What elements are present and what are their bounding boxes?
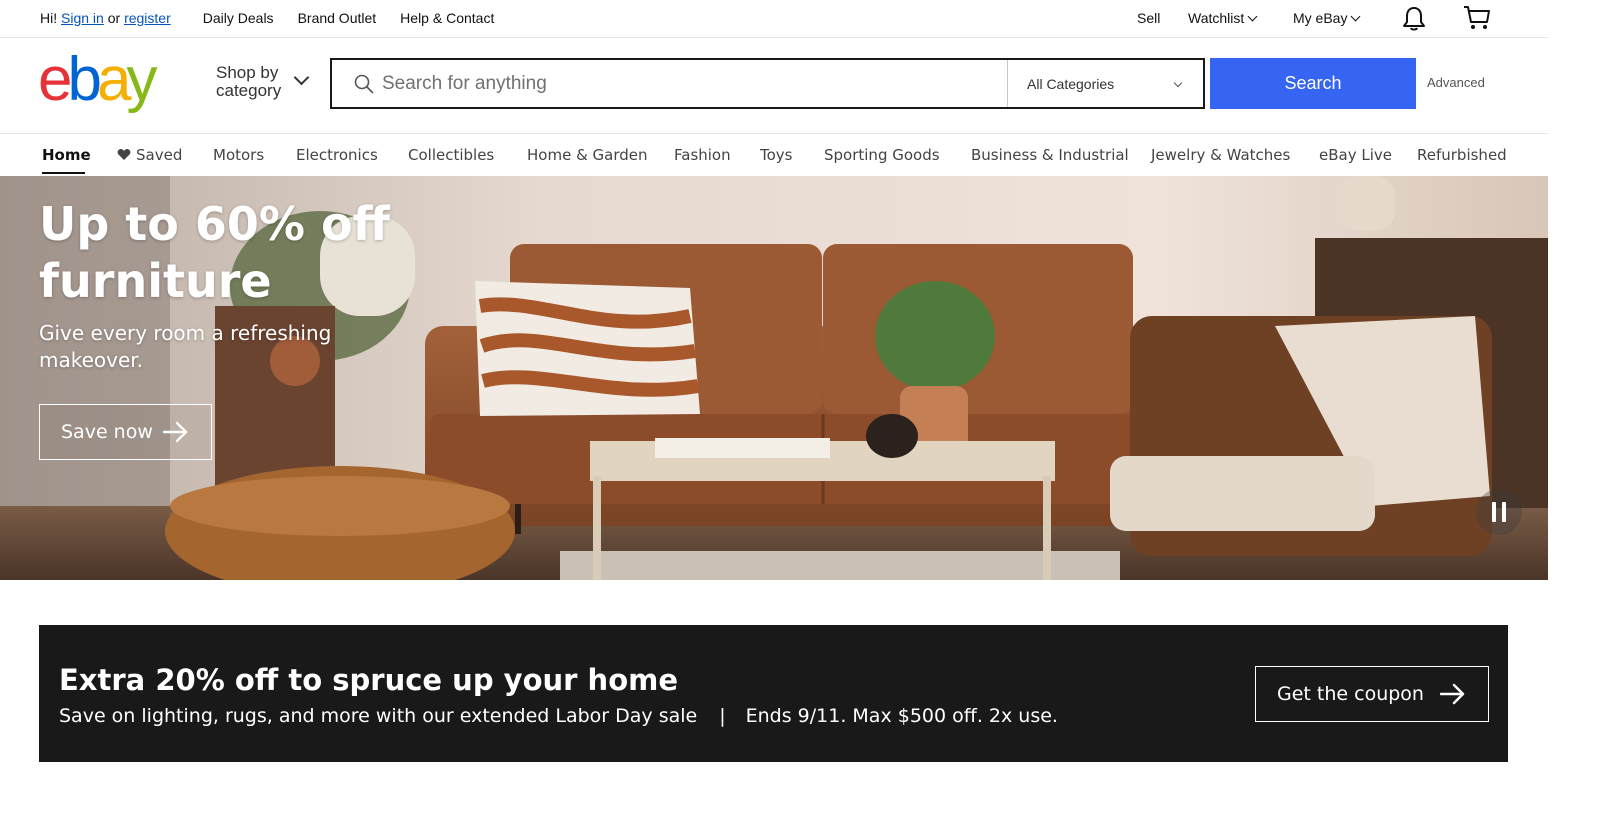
save-now-button[interactable]: Save now	[39, 404, 212, 460]
active-tab-indicator	[42, 172, 85, 174]
promo-description: Save on lighting, rugs, and more with ou…	[59, 705, 1058, 727]
promo-separator: |	[719, 705, 726, 727]
heart-icon	[117, 149, 131, 160]
cart-icon[interactable]	[1463, 5, 1491, 34]
nav-item-saved[interactable]: Saved	[117, 146, 182, 164]
my-ebay-label: My eBay	[1293, 10, 1348, 26]
arrow-right-icon	[1440, 683, 1465, 705]
pause-icon	[1502, 502, 1506, 522]
search-icon	[354, 74, 374, 94]
pause-icon	[1492, 502, 1496, 522]
nav-item-fashion[interactable]: Fashion	[674, 146, 731, 164]
search-bar: All Categories	[330, 58, 1205, 109]
watchlist-dropdown[interactable]: Watchlist	[1188, 10, 1258, 26]
nav-item-ebay-live[interactable]: eBay Live	[1319, 146, 1392, 164]
watchlist-label: Watchlist	[1188, 10, 1245, 26]
shop-by-category-button[interactable]: Shop by category	[216, 64, 310, 100]
chevron-down-icon	[293, 69, 310, 86]
promo-title: Extra 20% off to spruce up your home	[59, 663, 678, 697]
nav-item-home[interactable]: Home	[42, 146, 91, 164]
nav-item-motors[interactable]: Motors	[213, 146, 264, 164]
hero-banner[interactable]: Up to 60% off furniture Give every room …	[0, 176, 1548, 580]
chevron-down-icon	[1173, 78, 1183, 88]
search-button[interactable]: Search	[1210, 58, 1416, 109]
sell-link[interactable]: Sell	[1137, 10, 1160, 26]
nav-item-sporting-goods[interactable]: Sporting Goods	[824, 146, 940, 164]
ebay-logo-graphic: ebay	[38, 45, 162, 114]
top-right-links: Sell Watchlist My eBay	[0, 6, 1548, 31]
arrow-right-icon	[163, 421, 188, 443]
carousel-pause-button[interactable]	[1476, 489, 1522, 535]
notification-bell-icon[interactable]	[1402, 6, 1426, 35]
promo-banner[interactable]: Extra 20% off to spruce up your home Sav…	[39, 625, 1508, 762]
chevron-down-icon	[1247, 11, 1258, 22]
hero-subtitle: Give every room a refreshing makeover.	[39, 321, 332, 372]
nav-item-home-garden[interactable]: Home & Garden	[527, 146, 648, 164]
get-coupon-button[interactable]: Get the coupon	[1255, 666, 1489, 722]
svg-text:ebay: ebay	[38, 52, 157, 114]
search-input[interactable]	[332, 60, 1007, 107]
search-field	[332, 60, 1007, 107]
get-coupon-label: Get the coupon	[1277, 683, 1424, 705]
nav-item-collectibles[interactable]: Collectibles	[408, 146, 494, 164]
top-utility-bar: Hi! Sign in or register Daily Deals Bran…	[0, 0, 1548, 38]
nav-item-toys[interactable]: Toys	[760, 146, 792, 164]
hero-headline: Up to 60% off furniture	[39, 197, 390, 308]
promo-terms: Ends 9/11. Max $500 off. 2x use.	[745, 705, 1058, 727]
category-select-value: All Categories	[1027, 75, 1115, 92]
save-now-label: Save now	[61, 421, 153, 443]
nav-item-refurbished[interactable]: Refurbished	[1417, 146, 1507, 164]
nav-item-jewelry-watches[interactable]: Jewelry & Watches	[1151, 146, 1290, 164]
advanced-search-link[interactable]: Advanced	[1427, 75, 1485, 90]
category-nav: Home Saved Motors Electronics Collectibl…	[0, 134, 1548, 176]
nav-item-business-industrial[interactable]: Business & Industrial	[971, 146, 1129, 164]
chevron-down-icon	[1351, 11, 1361, 22]
ebay-logo[interactable]: ebay	[38, 45, 184, 114]
category-select[interactable]: All Categories	[1007, 60, 1203, 107]
nav-item-electronics[interactable]: Electronics	[296, 146, 378, 164]
main-header: ebay Shop by category All Categories Sea…	[0, 38, 1548, 134]
my-ebay-dropdown[interactable]: My eBay	[1293, 10, 1361, 26]
